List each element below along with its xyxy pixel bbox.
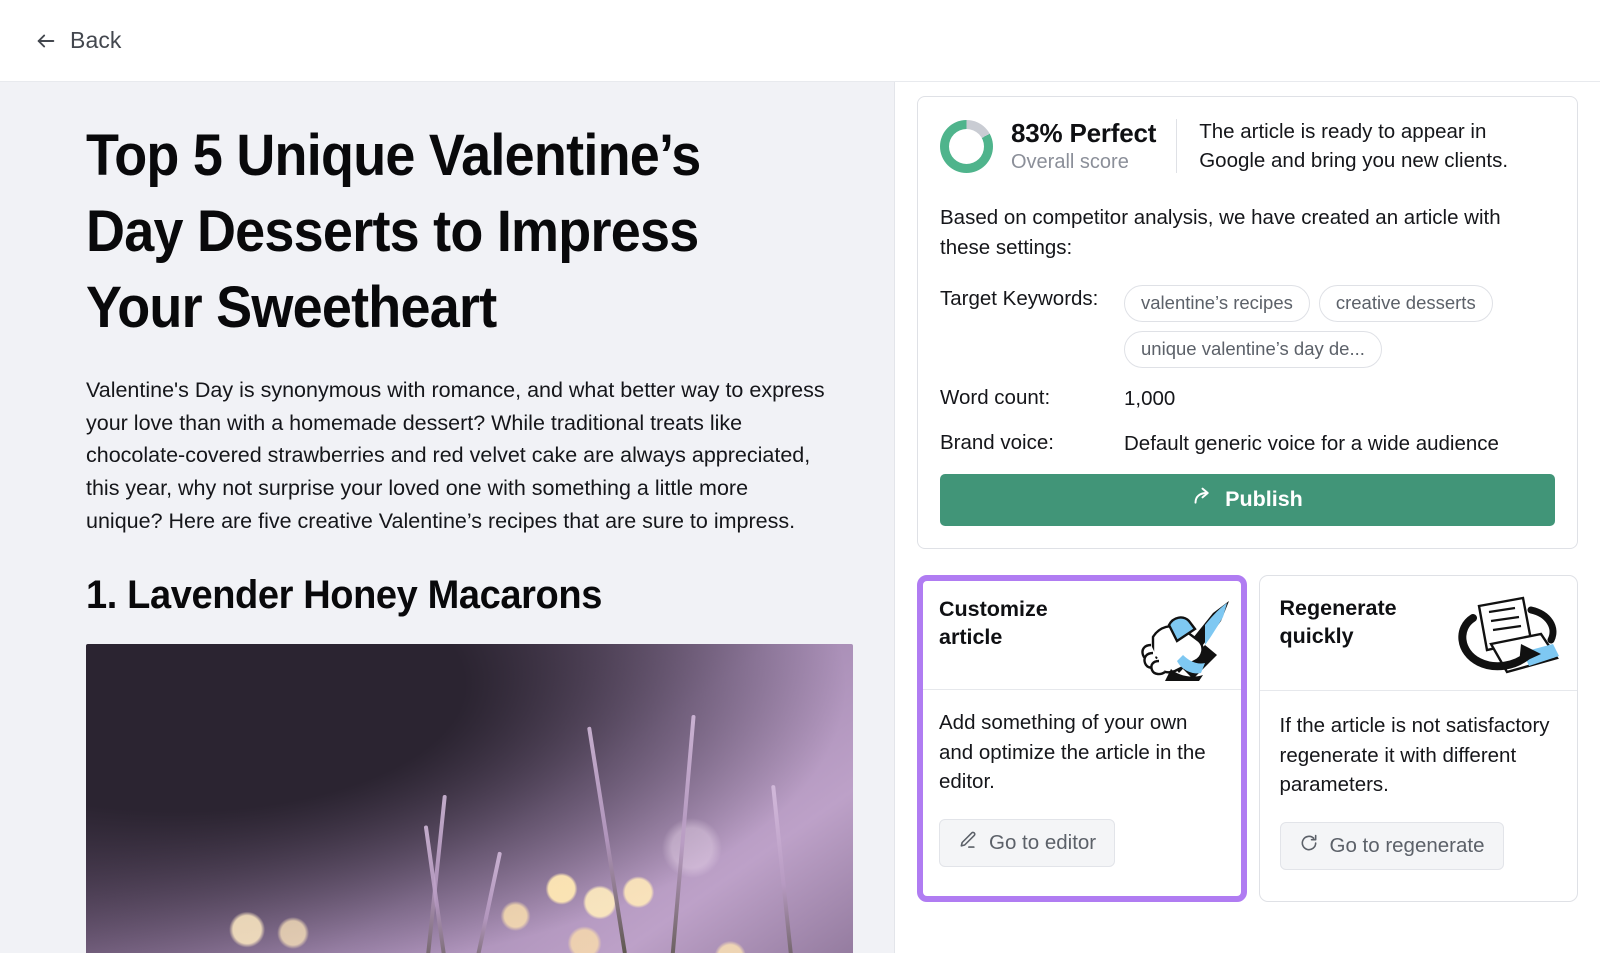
go-to-regenerate-button[interactable]: Go to regenerate bbox=[1279, 822, 1504, 871]
publish-button[interactable]: Publish bbox=[940, 473, 1555, 526]
based-on-text: Based on competitor analysis, we have cr… bbox=[940, 206, 1501, 259]
article-title: Top 5 Unique Valentine’s Day Desserts to… bbox=[86, 123, 701, 340]
article-summary-card: 83% Perfect Overall score The article is… bbox=[917, 96, 1578, 549]
setting-row-keywords: Target Keywords: valentine’s recipes cre… bbox=[940, 284, 1555, 368]
regenerate-quickly-card[interactable]: Regenerate quickly If the article is not… bbox=[1258, 574, 1578, 902]
score-text-block: 83% Perfect Overall score bbox=[1011, 117, 1157, 174]
setting-label: Target Keywords: bbox=[940, 286, 1099, 310]
score-description: The article is ready to appear in Google… bbox=[1199, 120, 1509, 173]
documents-refresh-illustration bbox=[1445, 594, 1565, 680]
hand-holding-pencil-illustration bbox=[1113, 595, 1233, 681]
card-body: If the article is not satisfactory regen… bbox=[1260, 691, 1578, 901]
side-panel: 83% Perfect Overall score The article is… bbox=[895, 82, 1600, 953]
keyword-pill[interactable]: valentine’s recipes bbox=[1124, 284, 1310, 322]
score-donut-chart bbox=[940, 119, 993, 173]
score-caption: Overall score bbox=[1011, 150, 1129, 173]
score-value: 83% Perfect bbox=[1011, 117, 1157, 148]
customize-article-card[interactable]: Customize article Add something of your … bbox=[917, 574, 1247, 902]
card-header: Customize article bbox=[923, 581, 1241, 690]
back-button-label: Back bbox=[70, 27, 122, 53]
publish-button-label: Publish bbox=[1225, 487, 1303, 512]
setting-value: Default generic voice for a wide audienc… bbox=[1124, 431, 1499, 455]
card-description: Add something of your own and optimize t… bbox=[939, 710, 1206, 794]
score-row: 83% Perfect Overall score The article is… bbox=[940, 117, 1555, 175]
score-divider bbox=[1176, 119, 1178, 174]
action-cards-row: Customize article Add something of your … bbox=[917, 574, 1578, 902]
card-title: Customize article bbox=[939, 596, 1048, 650]
top-bar: Back bbox=[0, 0, 1600, 82]
card-title: Regenerate quickly bbox=[1279, 595, 1397, 649]
setting-row-word-count: Word count: 1,000 bbox=[940, 384, 1555, 413]
settings-list: Target Keywords: valentine’s recipes cre… bbox=[940, 284, 1555, 458]
card-description: If the article is not satisfactory regen… bbox=[1279, 713, 1550, 797]
card-header: Regenerate quickly bbox=[1259, 576, 1577, 691]
refresh-icon bbox=[1299, 833, 1319, 859]
keyword-pill[interactable]: unique valentine’s day de... bbox=[1124, 330, 1382, 368]
go-to-editor-button[interactable]: Go to editor bbox=[939, 819, 1116, 868]
back-button[interactable]: Back bbox=[33, 23, 124, 58]
setting-label: Word count: bbox=[940, 385, 1051, 409]
go-to-editor-label: Go to editor bbox=[989, 831, 1097, 855]
setting-row-brand-voice: Brand voice: Default generic voice for a… bbox=[940, 429, 1555, 458]
share-arrow-icon bbox=[1192, 486, 1213, 513]
keyword-pill[interactable]: creative desserts bbox=[1318, 284, 1493, 322]
keyword-pill-list: valentine’s recipes creative desserts un… bbox=[1124, 284, 1555, 368]
arrow-left-icon bbox=[35, 30, 57, 52]
article-preview-pane[interactable]: Top 5 Unique Valentine’s Day Desserts to… bbox=[0, 82, 895, 953]
go-to-regenerate-label: Go to regenerate bbox=[1329, 834, 1485, 858]
article-intro-paragraph: Valentine's Day is synonymous with roman… bbox=[86, 377, 825, 533]
lavender-field-photo bbox=[86, 644, 853, 953]
article-section-heading: 1. Lavender Honey Macarons bbox=[86, 573, 602, 618]
setting-label: Brand voice: bbox=[940, 430, 1054, 454]
setting-value: 1,000 bbox=[1124, 386, 1176, 410]
card-body: Add something of your own and optimize t… bbox=[923, 690, 1241, 896]
page-body: Top 5 Unique Valentine’s Day Desserts to… bbox=[0, 82, 1600, 953]
pencil-edit-icon bbox=[958, 830, 978, 856]
